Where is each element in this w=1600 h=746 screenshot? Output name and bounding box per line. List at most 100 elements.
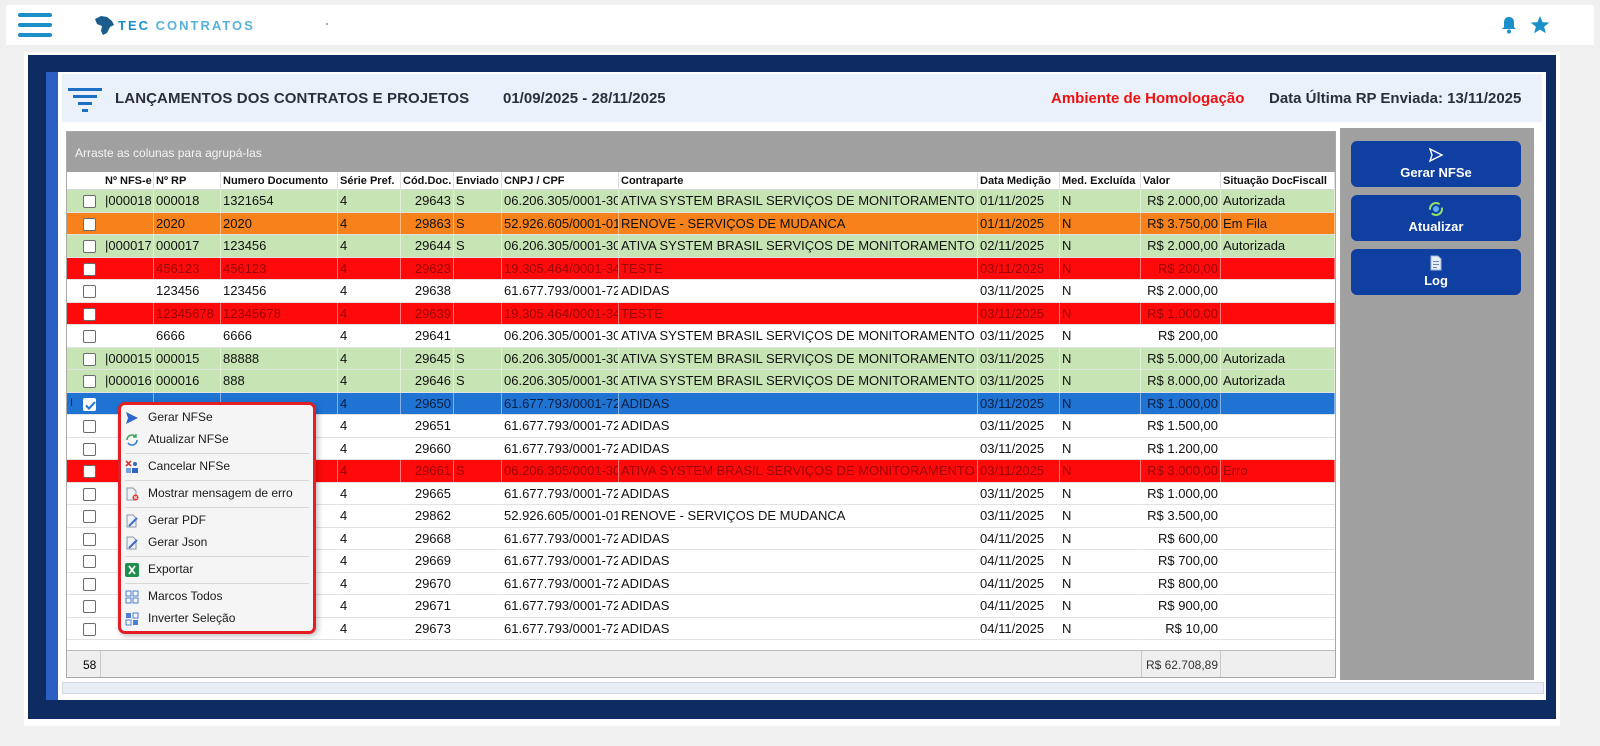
total-value: R$ 62.708,89	[1141, 651, 1221, 677]
row-checkbox[interactable]	[83, 330, 96, 343]
cell-cod: 29641	[401, 325, 454, 347]
menu-item-refresh-nfse[interactable]: Atualizar NFSe	[121, 429, 313, 451]
cell-excl: N	[1060, 617, 1141, 640]
menu-item-generate-json[interactable]: Gerar Json	[121, 532, 313, 554]
cell-contra: ADIDAS	[619, 437, 978, 460]
row-checkbox[interactable]	[83, 510, 96, 523]
column-header[interactable]: Nº NFS-e	[103, 172, 154, 190]
cell-sit: Autorizada	[1221, 347, 1335, 370]
table-row[interactable]: 2020 2020 4 29863 S 52.926.605/0001-01 RENOVE …	[67, 212, 1335, 235]
star-icon[interactable]	[1530, 15, 1550, 35]
menu-item-export[interactable]: Exportar	[121, 559, 313, 581]
cell-cnpj: 06.206.305/0001-30	[502, 370, 619, 392]
cell-env	[454, 505, 502, 527]
row-checkbox[interactable]	[83, 262, 96, 276]
cancel-icon	[125, 460, 138, 473]
table-row[interactable]: |000016 000016 888 4 29646 S 06.206.305/0001-3…	[67, 370, 1335, 393]
cell-env: S	[454, 212, 502, 235]
cell-nfse	[103, 257, 154, 280]
filter-icon[interactable]	[68, 86, 102, 114]
check-icon	[85, 400, 96, 410]
row-checkbox[interactable]	[83, 555, 96, 568]
refresh-button[interactable]: Atualizar	[1351, 195, 1521, 241]
menu-separator	[125, 453, 309, 454]
menu-item-cancel-nfse[interactable]: Cancelar NFSe	[121, 456, 313, 478]
cell-data: 04/11/2025	[978, 572, 1060, 595]
menu-item-generate-nfse[interactable]: Gerar NFSe	[121, 407, 313, 429]
table-row[interactable]: 6666 6666 4 29641 06.206.305/0001-30 ATIVA SY…	[67, 325, 1335, 348]
row-checkbox[interactable]	[83, 622, 96, 636]
generate-nfse-button[interactable]: Gerar NFSe	[1351, 141, 1521, 187]
row-checkbox[interactable]	[83, 195, 96, 208]
row-checkbox[interactable]	[83, 397, 96, 411]
table-row[interactable]: |000017 000017 123456 4 29644 S 06.206.305/000…	[67, 235, 1335, 258]
error-document-icon	[126, 487, 139, 501]
cell-rp: 6666	[154, 325, 221, 347]
row-checkbox[interactable]	[83, 487, 96, 501]
cell-cnpj: 19.305.464/0001-34	[502, 302, 619, 325]
column-header[interactable]: Valor	[1141, 172, 1221, 190]
column-header[interactable]: Data Medição	[978, 172, 1060, 190]
row-checkbox[interactable]	[83, 375, 96, 388]
horizontal-scrollbar[interactable]	[62, 682, 1544, 694]
row-checkbox[interactable]	[83, 352, 96, 366]
cell-nfse	[103, 212, 154, 235]
cell-cod: 29651	[401, 415, 454, 437]
table-row[interactable]: 456123 456123 4 29623 19.305.464/0001-34 TEST…	[67, 257, 1335, 280]
cell-doc: 456123	[221, 257, 338, 280]
column-header[interactable]: Nº RP	[154, 172, 221, 190]
menu-item-show-error[interactable]: Mostrar mensagem de erro	[121, 483, 313, 505]
cell-serie: 4	[338, 505, 401, 527]
row-checkbox[interactable]	[83, 420, 96, 433]
menu-item-select-all[interactable]: Marcos Todos	[121, 586, 313, 608]
cell-cnpj: 06.206.305/0001-30	[502, 347, 619, 370]
cell-rp: 000016	[154, 370, 221, 392]
cell-valor: R$ 2.000,00	[1141, 235, 1221, 257]
cell-contra: ADIDAS	[619, 617, 978, 640]
group-by-panel[interactable]: Arraste as colunas para agrupá-las	[67, 132, 1335, 172]
column-header[interactable]: Série Pref.	[338, 172, 401, 190]
cell-env: S	[454, 347, 502, 370]
cell-data: 03/11/2025	[978, 392, 1060, 415]
table-row[interactable]: |000018 000018 1321654 4 29643 S 06.206.305/00…	[67, 190, 1335, 213]
cell-valor: R$ 3.000,00	[1141, 460, 1221, 482]
column-header[interactable]: CNPJ / CPF	[502, 172, 619, 190]
cell-serie: 4	[338, 212, 401, 235]
column-header[interactable]: Situação DocFiscall	[1221, 172, 1335, 190]
row-checkbox[interactable]	[83, 285, 96, 298]
cell-cod: 29661	[401, 460, 454, 482]
cell-contra: ADIDAS	[619, 572, 978, 595]
cell-contra: RENOVE - SERVIÇOS DE MUDANCA	[619, 505, 978, 527]
row-checkbox[interactable]	[83, 532, 96, 546]
row-checkbox[interactable]	[83, 442, 96, 456]
table-row[interactable]: |000015 000015 88888 4 29645 S 06.206.305/0001…	[67, 347, 1335, 370]
column-header[interactable]: Med. Excluída	[1060, 172, 1141, 190]
column-header[interactable]: Numero Documento	[221, 172, 338, 190]
column-header[interactable]: Enviado	[454, 172, 502, 190]
row-checkbox[interactable]	[83, 240, 96, 253]
row-checkbox[interactable]	[83, 577, 96, 591]
column-header[interactable]: Cód.Doc.	[401, 172, 454, 190]
cell-serie: 4	[338, 482, 401, 505]
cell-sit	[1221, 595, 1335, 617]
menu-item-invert-selection[interactable]: Inverter Seleção	[121, 608, 313, 630]
cell-sit	[1221, 505, 1335, 527]
cell-nfse: |000018	[103, 190, 154, 212]
log-label: Log	[1424, 273, 1448, 288]
log-button[interactable]: Log	[1351, 249, 1521, 295]
row-checkbox[interactable]	[83, 217, 96, 231]
row-checkbox[interactable]	[83, 600, 96, 613]
cell-rp: 12345678	[154, 302, 221, 325]
column-header[interactable]: Contraparte	[619, 172, 978, 190]
cell-data: 03/11/2025	[978, 505, 1060, 527]
table-row[interactable]: 12345678 12345678 4 29639 19.305.464/0001-34…	[67, 302, 1335, 325]
bell-icon[interactable]	[1500, 16, 1518, 34]
row-checkbox[interactable]	[83, 465, 96, 478]
table-row[interactable]: 123456 123456 4 29638 61.677.793/0001-72 ADID…	[67, 280, 1335, 303]
menu-item-generate-pdf[interactable]: Gerar PDF	[121, 510, 313, 532]
cell-cnpj: 61.677.793/0001-72	[502, 482, 619, 505]
cell-sit	[1221, 280, 1335, 302]
menu-hamburger-icon[interactable]	[18, 13, 52, 39]
cell-contra: ADIDAS	[619, 550, 978, 572]
row-checkbox[interactable]	[83, 307, 96, 321]
